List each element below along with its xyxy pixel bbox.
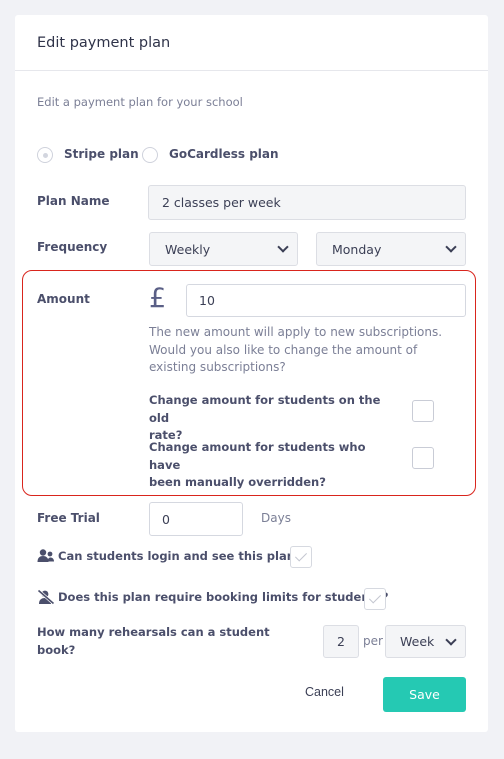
rehearsals-label: How many rehearsals can a student book? bbox=[37, 624, 287, 659]
plan-name-input[interactable]: 2 classes per week bbox=[148, 185, 466, 220]
rehearsals-count-value: 2 bbox=[337, 634, 345, 649]
modal-header: Edit payment plan bbox=[15, 15, 488, 71]
free-trial-label: Free Trial bbox=[37, 511, 100, 525]
edit-payment-plan-modal: Edit payment plan Edit a payment plan fo… bbox=[15, 15, 488, 732]
change-old-rate-line1: Change amount for students on the old bbox=[149, 393, 381, 425]
booking-limits-label: Does this plan require booking limits fo… bbox=[58, 590, 389, 604]
free-trial-input[interactable]: 0 bbox=[149, 502, 243, 536]
gocardless-plan-radio[interactable] bbox=[142, 147, 158, 163]
rehearsals-label-line1: How many rehearsals can a student bbox=[37, 625, 270, 639]
free-trial-unit: Days bbox=[261, 511, 291, 525]
chevron-down-icon bbox=[445, 241, 457, 253]
change-old-rate-label: Change amount for students on the old ra… bbox=[149, 392, 399, 445]
frequency-period-select[interactable]: Weekly bbox=[149, 232, 298, 266]
modal-title: Edit payment plan bbox=[37, 35, 171, 51]
amount-value: 10 bbox=[199, 293, 215, 308]
stripe-plan-radio[interactable] bbox=[37, 147, 53, 163]
free-trial-value: 0 bbox=[162, 511, 170, 527]
chevron-down-icon bbox=[445, 633, 457, 646]
frequency-day-value: Monday bbox=[332, 241, 382, 257]
login-visibility-label: Can students login and see this plan? bbox=[58, 549, 302, 563]
change-overridden-checkbox[interactable] bbox=[412, 447, 434, 469]
user-slash-icon bbox=[37, 589, 55, 605]
amount-help-text: The new amount will apply to new subscri… bbox=[149, 325, 443, 374]
change-overridden-line2: been manually overridden? bbox=[149, 475, 326, 489]
user-group-icon bbox=[37, 548, 55, 564]
rehearsals-period-value: Week bbox=[400, 634, 435, 649]
booking-limits-checkbox[interactable] bbox=[364, 588, 386, 610]
stripe-plan-label[interactable]: Stripe plan bbox=[64, 147, 139, 161]
chevron-down-icon bbox=[277, 241, 289, 253]
plan-name-label: Plan Name bbox=[37, 194, 110, 208]
change-old-rate-checkbox[interactable] bbox=[412, 400, 434, 422]
change-overridden-line1: Change amount for students who have bbox=[149, 440, 366, 472]
frequency-period-value: Weekly bbox=[165, 241, 211, 257]
modal-subtitle: Edit a payment plan for your school bbox=[37, 95, 243, 109]
rehearsals-period-select[interactable]: Week bbox=[385, 625, 466, 658]
frequency-day-select[interactable]: Monday bbox=[316, 232, 466, 266]
amount-label: Amount bbox=[37, 292, 90, 306]
cancel-button[interactable]: Cancel bbox=[305, 685, 344, 699]
pound-icon: £ bbox=[149, 283, 167, 314]
amount-input[interactable]: 10 bbox=[186, 284, 466, 317]
save-button-label: Save bbox=[409, 687, 440, 702]
rehearsals-per-label: per bbox=[363, 634, 383, 648]
gocardless-plan-label[interactable]: GoCardless plan bbox=[169, 147, 279, 161]
rehearsals-label-line2: book? bbox=[37, 642, 76, 657]
change-overridden-label: Change amount for students who have been… bbox=[149, 439, 399, 492]
frequency-label: Frequency bbox=[37, 240, 108, 254]
rehearsals-count-input[interactable]: 2 bbox=[323, 625, 359, 658]
login-visibility-checkbox[interactable] bbox=[290, 546, 312, 568]
save-button[interactable]: Save bbox=[383, 677, 466, 712]
plan-name-value: 2 classes per week bbox=[162, 195, 281, 210]
